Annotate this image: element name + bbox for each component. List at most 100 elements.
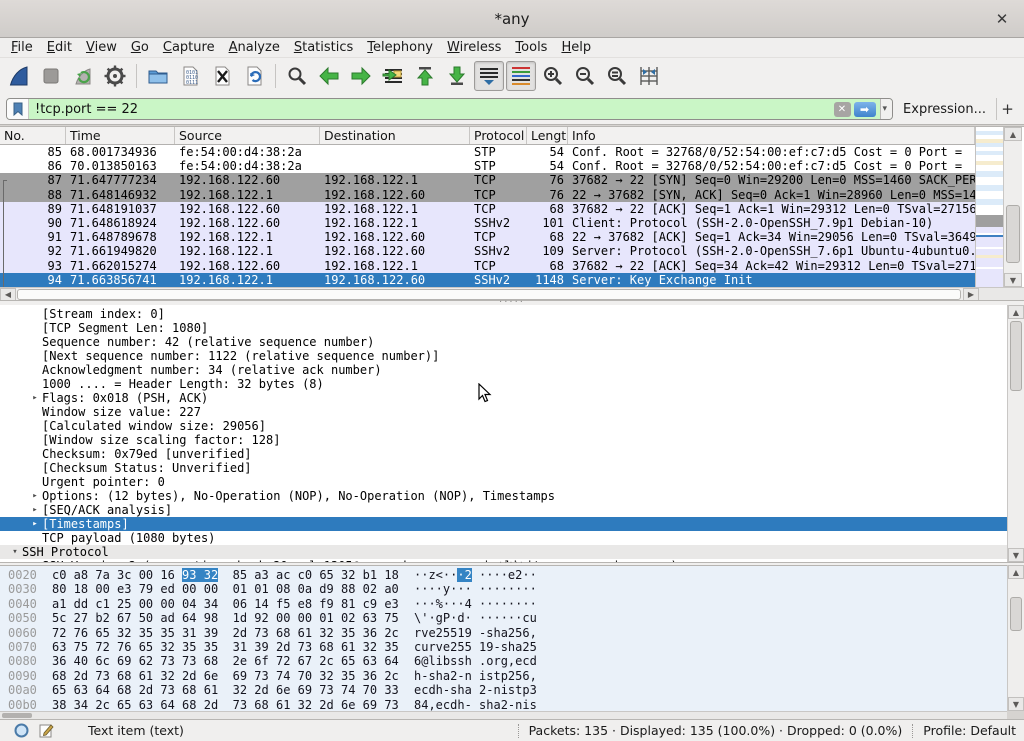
- restart-capture-button[interactable]: [68, 61, 98, 91]
- bytes-vscrollbar[interactable]: ▲ ▼: [1007, 565, 1024, 711]
- zoom-100-button[interactable]: [602, 61, 632, 91]
- menu-help[interactable]: Help: [554, 39, 598, 56]
- hex-row[interactable]: 0020c0 a8 7a 3c 00 16 93 32 85 a3 ac c0 …: [8, 568, 537, 582]
- column-header-length[interactable]: Length: [527, 127, 568, 144]
- detail-row[interactable]: [TCP Segment Len: 1080]: [0, 321, 1007, 335]
- packet-row[interactable]: 9471.663856741192.168.122.1192.168.122.6…: [0, 273, 975, 287]
- detail-row[interactable]: ▾SSH Protocol: [0, 545, 1007, 559]
- hex-row[interactable]: 007063 75 72 76 65 32 35 35 31 39 2d 73 …: [8, 640, 537, 654]
- bytes-hscrollbar[interactable]: [0, 711, 1007, 719]
- add-filter-button[interactable]: +: [996, 98, 1018, 120]
- expander-closed-icon[interactable]: ▸: [28, 391, 42, 405]
- detail-row[interactable]: [Calculated window size: 29056]: [0, 419, 1007, 433]
- packet-row[interactable]: 8971.648191037192.168.122.60192.168.122.…: [0, 202, 975, 216]
- menu-tools[interactable]: Tools: [508, 39, 554, 56]
- detail-row[interactable]: [Stream index: 0]: [0, 307, 1007, 321]
- filter-clear-button[interactable]: ✕: [834, 102, 851, 117]
- detail-row[interactable]: TCP payload (1080 bytes): [0, 531, 1007, 545]
- start-capture-button[interactable]: [4, 61, 34, 91]
- zoom-in-button[interactable]: [538, 61, 568, 91]
- open-file-button[interactable]: [143, 61, 173, 91]
- packet-row[interactable]: 9171.648789678192.168.122.1192.168.122.6…: [0, 230, 975, 244]
- filter-apply-button[interactable]: ➡: [854, 102, 876, 117]
- go-forward-button[interactable]: [346, 61, 376, 91]
- menu-view[interactable]: View: [79, 39, 124, 56]
- find-packet-button[interactable]: [282, 61, 312, 91]
- packet-list-vscrollbar[interactable]: ▲ ▼: [1003, 127, 1022, 287]
- scroll-down-arrow-icon[interactable]: ▼: [1008, 697, 1024, 711]
- detail-row[interactable]: Urgent pointer: 0: [0, 475, 1007, 489]
- column-header-destination[interactable]: Destination: [320, 127, 470, 144]
- capture-options-button[interactable]: [100, 61, 130, 91]
- hex-row[interactable]: 0040a1 dd c1 25 00 00 04 34 06 14 f5 e8 …: [8, 597, 537, 611]
- menu-statistics[interactable]: Statistics: [287, 39, 360, 56]
- go-last-packet-button[interactable]: [442, 61, 472, 91]
- menu-analyze[interactable]: Analyze: [222, 39, 287, 56]
- detail-row[interactable]: [Checksum Status: Unverified]: [0, 461, 1007, 475]
- filter-bookmark-button[interactable]: [7, 99, 29, 119]
- packet-row[interactable]: 8771.647777234192.168.122.60192.168.122.…: [0, 173, 975, 187]
- menu-edit[interactable]: Edit: [40, 39, 79, 56]
- detail-row[interactable]: [Next sequence number: 1122 (relative se…: [0, 349, 1007, 363]
- go-first-packet-button[interactable]: [410, 61, 440, 91]
- capture-comment-icon[interactable]: [39, 723, 54, 738]
- detail-row[interactable]: ▸[SEQ/ACK analysis]: [0, 503, 1007, 517]
- packet-row[interactable]: 9371.662015274192.168.122.60192.168.122.…: [0, 259, 975, 273]
- hex-row[interactable]: 00a065 63 64 68 2d 73 68 61 32 2d 6e 69 …: [8, 683, 537, 697]
- detail-row[interactable]: [Window size scaling factor: 128]: [0, 433, 1007, 447]
- hex-row[interactable]: 009068 2d 73 68 61 32 2d 6e 69 73 74 70 …: [8, 669, 537, 683]
- column-header-no[interactable]: No.: [0, 127, 66, 144]
- save-file-button[interactable]: 010101100111: [175, 61, 205, 91]
- detail-row[interactable]: Sequence number: 42 (relative sequence n…: [0, 335, 1007, 349]
- packet-list-minimap[interactable]: [975, 127, 1003, 287]
- stop-capture-button[interactable]: [36, 61, 66, 91]
- details-vscrollbar[interactable]: ▲ ▼: [1007, 305, 1024, 562]
- scrollbar-thumb[interactable]: [1010, 321, 1022, 391]
- colorize-packets-button[interactable]: [506, 61, 536, 91]
- menu-telephony[interactable]: Telephony: [360, 39, 440, 56]
- detail-row[interactable]: ▸[Timestamps]: [0, 517, 1007, 531]
- display-filter-input[interactable]: [29, 99, 834, 119]
- column-header-protocol[interactable]: Protocol: [470, 127, 527, 144]
- scrollbar-thumb[interactable]: [1010, 597, 1022, 631]
- scroll-up-arrow-icon[interactable]: ▲: [1008, 305, 1024, 319]
- scroll-up-arrow-icon[interactable]: ▲: [1008, 565, 1024, 579]
- expander-closed-icon[interactable]: ▸: [28, 503, 42, 517]
- expander-closed-icon[interactable]: ▸: [28, 517, 42, 531]
- packet-list-hscrollbar[interactable]: ◀ ▶: [0, 287, 979, 301]
- expert-info-icon[interactable]: [14, 723, 29, 738]
- packet-row[interactable]: 8871.648146932192.168.122.1192.168.122.6…: [0, 188, 975, 202]
- menu-wireless[interactable]: Wireless: [440, 39, 508, 56]
- scrollbar-thumb[interactable]: [17, 289, 961, 300]
- hex-row[interactable]: 00b038 34 2c 65 63 64 68 2d 73 68 61 32 …: [8, 698, 537, 711]
- detail-row[interactable]: Acknowledgment number: 34 (relative ack …: [0, 363, 1007, 377]
- column-header-info[interactable]: Info: [568, 127, 975, 144]
- close-window-button[interactable]: ✕: [992, 9, 1012, 29]
- scrollbar-thumb[interactable]: [2, 713, 32, 718]
- scrollbar-thumb[interactable]: [1006, 205, 1020, 263]
- menu-file[interactable]: File: [4, 39, 40, 56]
- hex-row[interactable]: 003080 18 00 e3 79 ed 00 00 01 01 08 0a …: [8, 582, 537, 596]
- hex-row[interactable]: 008036 40 6c 69 62 73 73 68 2e 6f 72 67 …: [8, 654, 537, 668]
- auto-scroll-button[interactable]: [474, 61, 504, 91]
- packet-row[interactable]: 8670.013850163fe:54:00:d4:38:2aSTP54Conf…: [0, 159, 975, 173]
- detail-row[interactable]: ▸Flags: 0x018 (PSH, ACK): [0, 391, 1007, 405]
- scroll-down-arrow-icon[interactable]: ▼: [1008, 548, 1024, 562]
- profile-selector[interactable]: Profile: Default: [923, 723, 1016, 738]
- expander-closed-icon[interactable]: ▸: [28, 489, 42, 503]
- expander-open-icon[interactable]: ▾: [8, 545, 22, 559]
- detail-row[interactable]: Checksum: 0x79ed [unverified]: [0, 447, 1007, 461]
- zoom-out-button[interactable]: [570, 61, 600, 91]
- column-header-source[interactable]: Source: [175, 127, 320, 144]
- detail-row[interactable]: Window size value: 227: [0, 405, 1007, 419]
- filter-history-dropdown[interactable]: ▾: [880, 99, 893, 119]
- packet-row[interactable]: 9271.661949820192.168.122.1192.168.122.6…: [0, 244, 975, 258]
- scroll-up-arrow-icon[interactable]: ▲: [1004, 127, 1022, 141]
- resize-columns-button[interactable]: [634, 61, 664, 91]
- scroll-down-arrow-icon[interactable]: ▼: [1004, 273, 1022, 287]
- close-file-button[interactable]: [207, 61, 237, 91]
- packet-row[interactable]: 8568.001734936fe:54:00:d4:38:2aSTP54Conf…: [0, 145, 975, 159]
- detail-row[interactable]: 1000 .... = Header Length: 32 bytes (8): [0, 377, 1007, 391]
- hex-row[interactable]: 006072 76 65 32 35 35 31 39 2d 73 68 61 …: [8, 626, 537, 640]
- column-header-time[interactable]: Time: [66, 127, 175, 144]
